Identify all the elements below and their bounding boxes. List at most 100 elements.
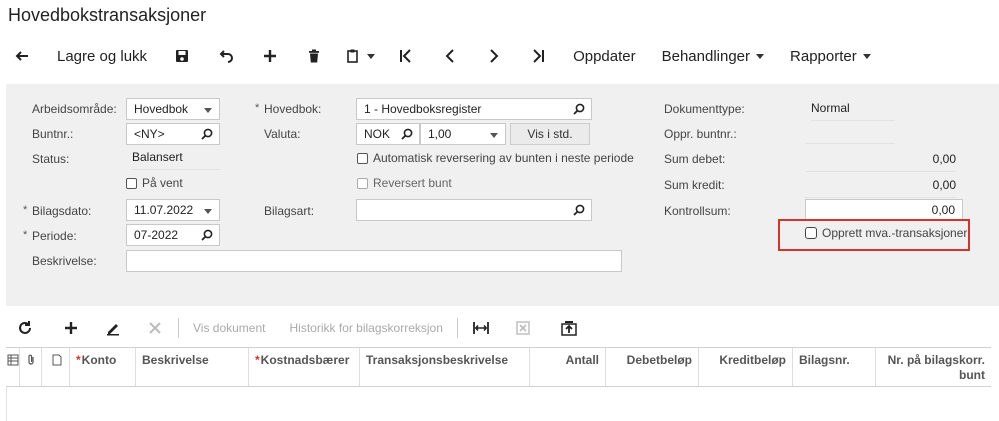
col-debit[interactable]: Debetbeløp: [606, 348, 699, 386]
orig-batch-label: Oppr. buntnr.:: [664, 127, 737, 141]
actions-menu[interactable]: Behandlinger: [649, 36, 777, 76]
control-total-label: Kontrollsum:: [664, 204, 731, 218]
grid-icon-col: [6, 348, 20, 386]
last-record-icon[interactable]: [516, 36, 560, 76]
search-icon[interactable]: [201, 128, 213, 140]
reports-menu[interactable]: Rapporter: [777, 36, 884, 76]
row-selector-icon[interactable]: [7, 354, 19, 366]
edit-icon[interactable]: [92, 310, 134, 346]
chevron-down-icon: [756, 53, 765, 59]
credit-total-label: Sum kredit:: [664, 178, 725, 192]
status-value: Balansert: [132, 150, 220, 170]
col-voucher-no[interactable]: Bilagsnr.: [793, 348, 876, 386]
grid-note-col: [42, 348, 70, 386]
workspace-label: Arbeidsområde:: [32, 102, 117, 116]
workspace-select[interactable]: Hovedbok: [126, 98, 220, 120]
status-label: Status:: [32, 152, 70, 166]
paste-icon[interactable]: [336, 36, 384, 76]
search-icon[interactable]: [573, 204, 585, 216]
on-hold-label: På vent: [142, 176, 183, 190]
save-close-button[interactable]: Lagre og lukk: [44, 36, 160, 76]
next-record-icon[interactable]: [472, 36, 516, 76]
col-transaction-description-label: Transaksjonsbeskrivelse: [366, 353, 509, 367]
chevron-down-icon: [490, 133, 498, 138]
undo-icon[interactable]: [204, 36, 248, 76]
search-icon[interactable]: [573, 103, 585, 115]
period-value: 07-2022: [134, 228, 179, 242]
reversed-label: Reversert bunt: [373, 176, 452, 190]
col-debit-label: Debetbeløp: [626, 353, 692, 367]
description-field[interactable]: [126, 250, 622, 272]
previous-record-icon[interactable]: [428, 36, 472, 76]
control-total-field[interactable]: 0,00: [805, 199, 963, 221]
col-correction-batch-label: Nr. på bilagskorr. bunt: [887, 353, 985, 382]
header-form: Arbeidsområde: Hovedbok Buntnr.: <NY> St…: [6, 84, 999, 306]
chevron-down-icon: [204, 108, 212, 113]
clear-filter-icon: [502, 310, 544, 346]
checkbox-box[interactable]: [126, 177, 137, 189]
transaction-date-value: 11.07.2022: [134, 203, 194, 217]
checkbox-box[interactable]: [805, 227, 817, 239]
save-icon[interactable]: [160, 36, 204, 76]
batch-no-value: <NY>: [134, 127, 165, 141]
required-marker: *: [255, 353, 260, 367]
checkbox-box: [357, 177, 368, 189]
ledger-field[interactable]: 1 - Hovedboksregister: [356, 98, 592, 120]
currency-rate-select[interactable]: 1,00: [420, 123, 506, 145]
view-base-button[interactable]: Vis i std.: [510, 123, 590, 145]
upload-icon[interactable]: [544, 310, 594, 346]
required-marker: *: [76, 353, 81, 367]
first-record-icon[interactable]: [384, 36, 428, 76]
search-icon[interactable]: [401, 128, 413, 140]
refresh-icon[interactable]: [0, 310, 50, 346]
page-title: Hovedbokstransaksjoner: [8, 5, 207, 25]
grid-attach-col: [20, 348, 42, 386]
period-label: Periode:: [23, 229, 77, 243]
chevron-down-icon: [862, 53, 871, 59]
ledger-value: 1 - Hovedboksregister: [364, 102, 482, 116]
orig-batch-value: [805, 124, 895, 144]
col-quantity-label: Antall: [565, 353, 599, 367]
currency-code-field[interactable]: NOK: [356, 123, 420, 145]
credit-total-value: 0,00: [805, 178, 956, 198]
attachment-icon: [28, 354, 34, 365]
fit-columns-icon[interactable]: [460, 310, 502, 346]
add-row-icon[interactable]: [50, 310, 92, 346]
create-vat-label: Opprett mva.-transaksjoner: [822, 226, 968, 240]
create-vat-checkbox[interactable]: Opprett mva.-transaksjoner: [805, 226, 967, 240]
batch-no-field[interactable]: <NY>: [126, 123, 220, 145]
col-quantity[interactable]: Antall: [530, 348, 606, 386]
col-correction-batch[interactable]: Nr. på bilagskorr. bunt: [876, 348, 991, 386]
workspace-value: Hovedbok: [134, 102, 189, 116]
main-toolbar: Lagre og lukk Oppdater Behandlinger Rapp…: [0, 36, 999, 76]
delete-icon[interactable]: [292, 36, 336, 76]
currency-label: Valuta:: [264, 127, 301, 141]
reversed-checkbox: Reversert bunt: [357, 176, 452, 190]
voucher-type-field[interactable]: [356, 199, 592, 221]
col-transaction-description[interactable]: Transaksjonsbeskrivelse: [360, 348, 530, 386]
col-description[interactable]: Beskrivelse: [136, 348, 249, 386]
auto-reverse-checkbox[interactable]: Automatisk reversering av bunten i neste…: [357, 151, 634, 165]
transaction-date-field[interactable]: 11.07.2022: [126, 199, 220, 221]
grid-header: *Konto Beskrivelse *Kostnadsbærer Transa…: [6, 347, 991, 387]
col-voucher-no-label: Bilagsnr.: [799, 353, 850, 367]
checkbox-box[interactable]: [357, 152, 368, 164]
debit-total-label: Sum debet:: [664, 152, 726, 166]
col-cost-center[interactable]: *Kostnadsbærer: [249, 348, 360, 386]
debit-total-value: 0,00: [805, 152, 956, 172]
refresh-button[interactable]: Oppdater: [560, 36, 649, 76]
search-icon[interactable]: [201, 229, 213, 241]
toolbar-divider: [456, 318, 458, 338]
back-arrow-icon[interactable]: [0, 36, 44, 76]
period-field[interactable]: 07-2022: [126, 224, 220, 246]
reports-menu-label: Rapporter: [790, 47, 857, 65]
currency-code-value: NOK: [364, 127, 391, 141]
col-credit[interactable]: Kreditbeløp: [699, 348, 793, 386]
col-account[interactable]: *Konto: [70, 348, 136, 386]
grid-toolbar: Vis dokument Historikk for bilagskorreks…: [0, 310, 999, 346]
on-hold-checkbox[interactable]: På vent: [126, 176, 183, 190]
batch-no-label: Buntnr.:: [32, 127, 74, 141]
ledger-label: Hovedbok:: [255, 102, 321, 116]
chevron-down-icon: [204, 209, 212, 214]
add-icon[interactable]: [248, 36, 292, 76]
